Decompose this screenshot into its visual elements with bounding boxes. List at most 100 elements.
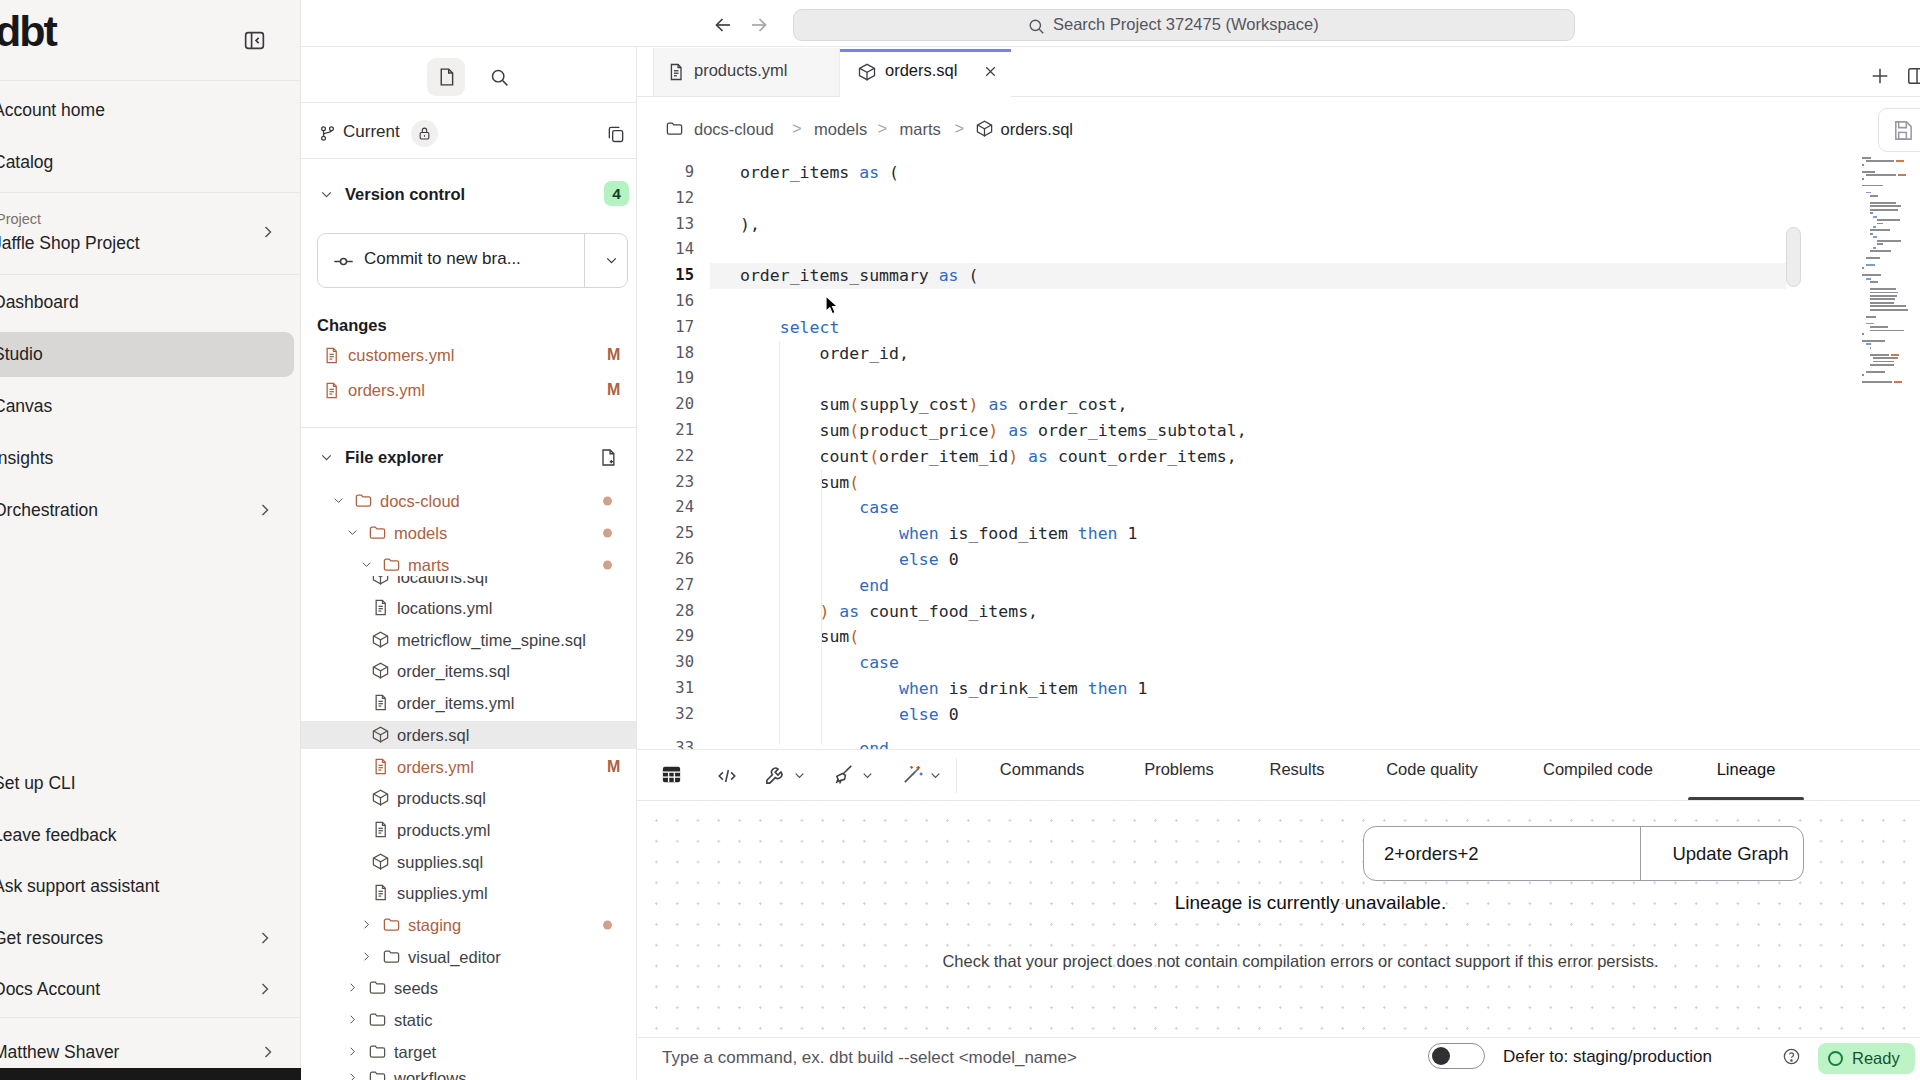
console-tab-commands[interactable]: Commands: [1000, 750, 1084, 789]
editor-tab-products.yml[interactable]: products.yml: [653, 48, 840, 97]
tree-item-staging[interactable]: staging: [301, 911, 636, 939]
new-file-icon[interactable]: [598, 447, 618, 468]
tree-item-supplies.sql[interactable]: supplies.sql: [301, 848, 636, 876]
minimap-line: [1870, 250, 1892, 252]
defer-label: Defer to: staging/production: [1503, 1047, 1712, 1067]
tree-item-marts[interactable]: marts: [301, 551, 636, 579]
sql-icon: [371, 788, 390, 807]
split-editor-icon[interactable]: [1906, 65, 1920, 87]
tree-item-target[interactable]: target: [301, 1038, 636, 1066]
tree-item-label: static: [394, 1011, 433, 1030]
save-button[interactable]: [1878, 108, 1920, 152]
file-explorer-header[interactable]: File explorer: [345, 448, 443, 467]
code-line: end: [740, 736, 889, 749]
tree-item-metricflow_time_spine.sql[interactable]: metricflow_time_spine.sql: [301, 626, 636, 654]
changed-file-row[interactable]: orders.ymlM: [301, 378, 636, 408]
tree-item-static[interactable]: static: [301, 1006, 636, 1034]
help-icon[interactable]: [1782, 1047, 1801, 1066]
breadcrumb-segment[interactable]: marts: [900, 120, 941, 139]
tree-item-label: order_items.sql: [397, 662, 510, 681]
changed-file-row[interactable]: customers.ymlM: [301, 343, 636, 373]
tree-item-seeds[interactable]: seeds: [301, 974, 636, 1002]
sidebar-item-orchestration[interactable]: Orchestration: [0, 490, 300, 530]
sidebar-item-dashboard[interactable]: Dashboard: [0, 282, 300, 322]
chevron-down-icon[interactable]: [860, 768, 875, 783]
code-line: ),: [740, 212, 760, 238]
tree-item-orders.yml[interactable]: orders.ymlM: [301, 753, 636, 781]
code-line: ) as count_food_items,: [740, 599, 1038, 625]
branch-name[interactable]: Current: [343, 122, 400, 142]
minimap-line: [1862, 164, 1864, 166]
version-control-header[interactable]: Version control: [345, 185, 465, 204]
table-icon[interactable]: [660, 763, 683, 786]
tree-item-label: docs-cloud: [380, 492, 460, 511]
tree-item-products.sql[interactable]: products.sql: [301, 784, 636, 812]
lineage-selector-input[interactable]: 2+orders+2: [1384, 843, 1479, 865]
sidebar-item-insights[interactable]: Insights: [0, 438, 300, 478]
breadcrumb-segment[interactable]: models: [814, 120, 867, 139]
commit-button[interactable]: Commit to new bra...: [317, 233, 628, 288]
editor-tab-orders.sql[interactable]: orders.sql: [840, 48, 1011, 97]
breadcrumb-file[interactable]: orders.sql: [1001, 120, 1073, 139]
tree-item-order_items.sql[interactable]: order_items.sql: [301, 657, 636, 685]
chevron-down-icon[interactable]: [792, 768, 807, 783]
sidebar-project-name[interactable]: Jaffle Shop Project: [0, 223, 300, 263]
scrollbar-thumb[interactable]: [1786, 227, 1801, 287]
tree-item-visual_editor[interactable]: visual_editor: [301, 943, 636, 971]
console-tab-lineage[interactable]: Lineage: [1717, 750, 1776, 789]
line-number: 25: [637, 521, 694, 547]
sidebar-item-set-up-cli[interactable]: Set up CLI: [0, 763, 300, 803]
magic-wand-icon[interactable]: [901, 763, 924, 786]
commit-icon: [333, 251, 354, 272]
tree-item-locations.yml[interactable]: locations.yml: [301, 594, 636, 622]
wrench-icon[interactable]: [764, 763, 787, 786]
sidebar-item-ask-support-assistant[interactable]: Ask support assistant: [0, 866, 300, 906]
code-editor[interactable]: 9order_items as (1213),1415order_items_s…: [637, 150, 1920, 749]
console-tab-results[interactable]: Results: [1269, 750, 1324, 789]
tree-item-workflows[interactable]: workflows: [301, 1064, 636, 1080]
sidebar-item-catalog[interactable]: Catalog: [0, 142, 300, 182]
command-input[interactable]: Type a command, ex. dbt build --select <…: [662, 1048, 1077, 1068]
sql-file-icon: [857, 62, 877, 82]
search-icon[interactable]: [489, 67, 510, 88]
tree-item-supplies.yml[interactable]: supplies.yml: [301, 879, 636, 907]
sidebar-user[interactable]: Matthew Shaver: [0, 1032, 300, 1072]
sidebar-item-leave-feedback[interactable]: Leave feedback: [0, 815, 300, 855]
sidebar-item-studio[interactable]: Studio: [0, 332, 294, 377]
dbt-logo: dbt: [0, 7, 56, 56]
console-tab-compiled-code[interactable]: Compiled code: [1543, 750, 1653, 789]
tree-item-locations.sql[interactable]: locations.sql: [301, 576, 636, 591]
tree-item-models[interactable]: models: [301, 519, 636, 547]
defer-toggle[interactable]: [1428, 1043, 1485, 1069]
update-graph-button[interactable]: Update Graph: [1656, 843, 1805, 865]
code-icon[interactable]: [716, 765, 738, 787]
console-tab-problems[interactable]: Problems: [1144, 750, 1214, 789]
minimap[interactable]: [1862, 157, 1912, 387]
sidebar-item-canvas[interactable]: Canvas: [0, 386, 300, 426]
minimap-line: [1862, 178, 1864, 180]
new-tab-icon[interactable]: [1869, 65, 1891, 87]
tree-item-order_items.yml[interactable]: order_items.yml: [301, 689, 636, 717]
line-number: 21: [637, 418, 694, 444]
tree-item-docs-cloud[interactable]: docs-cloud: [301, 487, 636, 515]
forward-icon[interactable]: [747, 13, 771, 37]
sidebar-item-account-home[interactable]: Account home: [0, 90, 300, 130]
chevron-down-icon[interactable]: [318, 449, 335, 466]
chevron-right-icon: [359, 949, 374, 964]
tree-item-orders.sql[interactable]: orders.sql: [301, 721, 636, 749]
close-tab-icon[interactable]: [982, 63, 999, 80]
collapse-sidebar-icon[interactable]: [242, 28, 267, 53]
project-search-input[interactable]: Search Project 372475 (Workspace): [793, 9, 1575, 41]
chevron-down-icon[interactable]: [318, 186, 335, 203]
minimap-line: [1862, 267, 1864, 269]
sidebar-item-docs-account[interactable]: Docs Account: [0, 969, 300, 1009]
tree-item-products.yml[interactable]: products.yml: [301, 816, 636, 844]
clean-icon[interactable]: [833, 763, 856, 786]
sidebar-item-get-resources[interactable]: Get resources: [0, 918, 300, 958]
commit-dropdown[interactable]: [594, 252, 620, 269]
console-tab-code-quality[interactable]: Code quality: [1386, 750, 1478, 789]
chevron-down-icon[interactable]: [928, 768, 943, 783]
back-icon[interactable]: [711, 13, 735, 37]
breadcrumb-segment[interactable]: docs-cloud: [694, 120, 774, 139]
copy-icon[interactable]: [606, 124, 626, 144]
